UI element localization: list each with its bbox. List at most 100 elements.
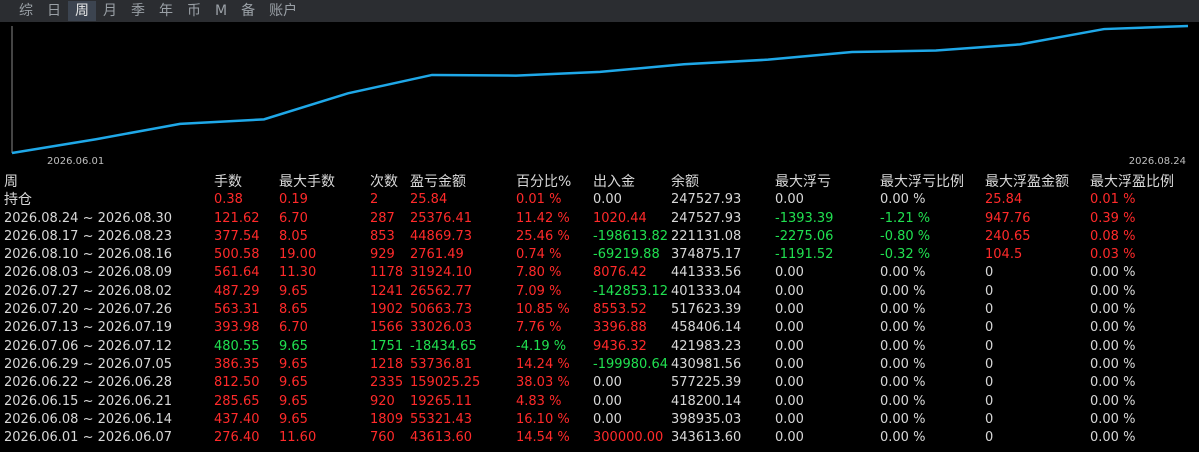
table-row[interactable]: 2026.07.27 ~ 2026.08.02 487.29 9.65 1241 265… xyxy=(0,283,1199,301)
table-row[interactable]: 2026.06.08 ~ 2026.06.14 437.40 9.65 1809 553… xyxy=(0,411,1199,429)
value-cell: 0.00 xyxy=(775,320,804,336)
value-cell: 0 xyxy=(985,265,994,281)
value-cell: 0.00 % xyxy=(1090,393,1136,409)
column-header: 最大浮盈比例 xyxy=(1090,174,1174,190)
value-cell: 0 xyxy=(985,411,994,427)
table-row[interactable]: 持仓 0.38 0.19 2 25.84 0.01 % 0.00 247527.93 0.00 0… xyxy=(0,191,1199,209)
value-cell: 16.10 % xyxy=(516,411,570,427)
value-cell: 1902 xyxy=(370,302,404,318)
value-cell: 43613.60 xyxy=(410,430,473,446)
value-cell: 159025.25 xyxy=(410,375,481,391)
value-cell: 121.62 xyxy=(214,210,260,226)
tab-4[interactable]: 季 xyxy=(124,1,152,21)
value-cell: 0.00 % xyxy=(1090,338,1136,354)
value-cell: 0 xyxy=(985,430,994,446)
value-cell: 480.55 xyxy=(214,338,260,354)
value-cell: 0.00 xyxy=(775,302,804,318)
table-row[interactable]: 2026.06.22 ~ 2026.06.28 812.50 9.65 2335 159… xyxy=(0,374,1199,392)
value-cell: 0.00 % xyxy=(1090,430,1136,446)
table-row[interactable]: 2026.08.17 ~ 2026.08.23 377.54 8.05 853 4486… xyxy=(0,228,1199,246)
value-cell: -0.80 % xyxy=(880,228,931,244)
period-cell: 2026.08.17 ~ 2026.08.23 xyxy=(4,228,173,244)
table-row[interactable]: 2026.06.01 ~ 2026.06.07 276.40 11.60 760 436… xyxy=(0,429,1199,447)
tab-2[interactable]: 周 xyxy=(68,1,96,21)
value-cell: 276.40 xyxy=(214,430,260,446)
value-cell: -198613.82 xyxy=(593,228,668,244)
value-cell: 0.74 % xyxy=(516,247,562,263)
value-cell: 0.08 % xyxy=(1090,228,1136,244)
tab-6[interactable]: 币 xyxy=(180,1,208,21)
equity-chart-svg: 2026.06.01 2026.08.24 xyxy=(11,24,1189,167)
value-cell: 9.65 xyxy=(279,356,308,372)
value-cell: 398935.03 xyxy=(671,411,742,427)
value-cell: 0.00 % xyxy=(880,302,926,318)
table-row[interactable]: 2026.07.06 ~ 2026.07.12 480.55 9.65 1751 -18… xyxy=(0,338,1199,356)
tab-7[interactable]: M xyxy=(208,1,234,21)
value-cell: 0 xyxy=(985,302,994,318)
value-cell: 0.00 % xyxy=(1090,375,1136,391)
value-cell: 8.65 xyxy=(279,302,308,318)
value-cell: 0 xyxy=(985,320,994,336)
value-cell: 0.00 xyxy=(775,430,804,446)
tab-8[interactable]: 备 xyxy=(234,1,262,21)
value-cell: 487.29 xyxy=(214,283,260,299)
value-cell: 0.00 % xyxy=(1090,320,1136,336)
table-row[interactable]: 2026.07.13 ~ 2026.07.19 393.98 6.70 1566 330… xyxy=(0,319,1199,337)
value-cell: 0 xyxy=(985,356,994,372)
value-cell: 1020.44 xyxy=(593,210,647,226)
column-header: 最大浮盈金额 xyxy=(985,174,1069,190)
value-cell: 2 xyxy=(370,192,379,208)
column-header: 出入金 xyxy=(593,174,635,190)
value-cell: 430981.56 xyxy=(671,356,742,372)
value-cell: 25.46 % xyxy=(516,228,570,244)
value-cell: 458406.14 xyxy=(671,320,742,336)
value-cell: 26562.77 xyxy=(410,283,473,299)
equity-chart: 2026.06.01 2026.08.24 xyxy=(0,22,1199,172)
value-cell: 55321.43 xyxy=(410,411,473,427)
tab-9[interactable]: 账户 xyxy=(262,1,304,21)
period-cell: 2026.07.13 ~ 2026.07.19 xyxy=(4,320,173,336)
table-row[interactable]: 2026.08.24 ~ 2026.08.30 121.62 6.70 287 2537… xyxy=(0,210,1199,228)
value-cell: 0 xyxy=(985,338,994,354)
value-cell: 0.39 % xyxy=(1090,210,1136,226)
value-cell: 0.00 xyxy=(775,265,804,281)
value-cell: 947.76 xyxy=(985,210,1031,226)
column-header: 最大手数 xyxy=(279,174,335,190)
value-cell: 0.00 % xyxy=(1090,265,1136,281)
table-header-row: 周 手数 最大手数 次数 盈亏金额 百分比% 出入金 余额 最大浮亏 最大浮亏比例 最大浮盈金额 最大… xyxy=(0,173,1199,191)
table-row[interactable]: 2026.07.20 ~ 2026.07.26 563.31 8.65 1902 506… xyxy=(0,301,1199,319)
value-cell: 0.00 xyxy=(593,375,622,391)
table-row[interactable]: 2026.06.29 ~ 2026.07.05 386.35 9.65 1218 537… xyxy=(0,356,1199,374)
value-cell: 33026.03 xyxy=(410,320,473,336)
table-row[interactable]: 2026.06.15 ~ 2026.06.21 285.65 9.65 920 1926… xyxy=(0,393,1199,411)
value-cell: 11.60 xyxy=(279,430,317,446)
period-cell: 2026.08.10 ~ 2026.08.16 xyxy=(4,247,173,263)
value-cell: 517623.39 xyxy=(671,302,742,318)
tab-3[interactable]: 月 xyxy=(96,1,124,21)
value-cell: 31924.10 xyxy=(410,265,473,281)
period-cell: 2026.06.01 ~ 2026.06.07 xyxy=(4,430,173,446)
value-cell: 0 xyxy=(985,283,994,299)
value-cell: 2761.49 xyxy=(410,247,464,263)
value-cell: 577225.39 xyxy=(671,375,742,391)
value-cell: 6.70 xyxy=(279,210,308,226)
value-cell: 1241 xyxy=(370,283,404,299)
value-cell: 0.00 % xyxy=(880,265,926,281)
tab-5[interactable]: 年 xyxy=(152,1,180,21)
value-cell: 0.00 % xyxy=(1090,283,1136,299)
value-cell: 0.00 % xyxy=(880,411,926,427)
value-cell: -69219.88 xyxy=(593,247,660,263)
value-cell: 0.01 % xyxy=(516,192,562,208)
column-header: 周 xyxy=(4,174,18,190)
tab-0[interactable]: 综 xyxy=(12,1,40,21)
value-cell: 11.42 % xyxy=(516,210,570,226)
value-cell: 377.54 xyxy=(214,228,260,244)
period-cell: 2026.06.29 ~ 2026.07.05 xyxy=(4,356,173,372)
value-cell: 0.00 % xyxy=(880,430,926,446)
tab-1[interactable]: 日 xyxy=(40,1,68,21)
table-row[interactable]: 2026.08.03 ~ 2026.08.09 561.64 11.30 1178 31… xyxy=(0,264,1199,282)
column-header: 最大浮亏比例 xyxy=(880,174,964,190)
value-cell: 7.76 % xyxy=(516,320,562,336)
value-cell: 0.00 xyxy=(593,393,622,409)
table-row[interactable]: 2026.08.10 ~ 2026.08.16 500.58 19.00 929 276… xyxy=(0,246,1199,264)
